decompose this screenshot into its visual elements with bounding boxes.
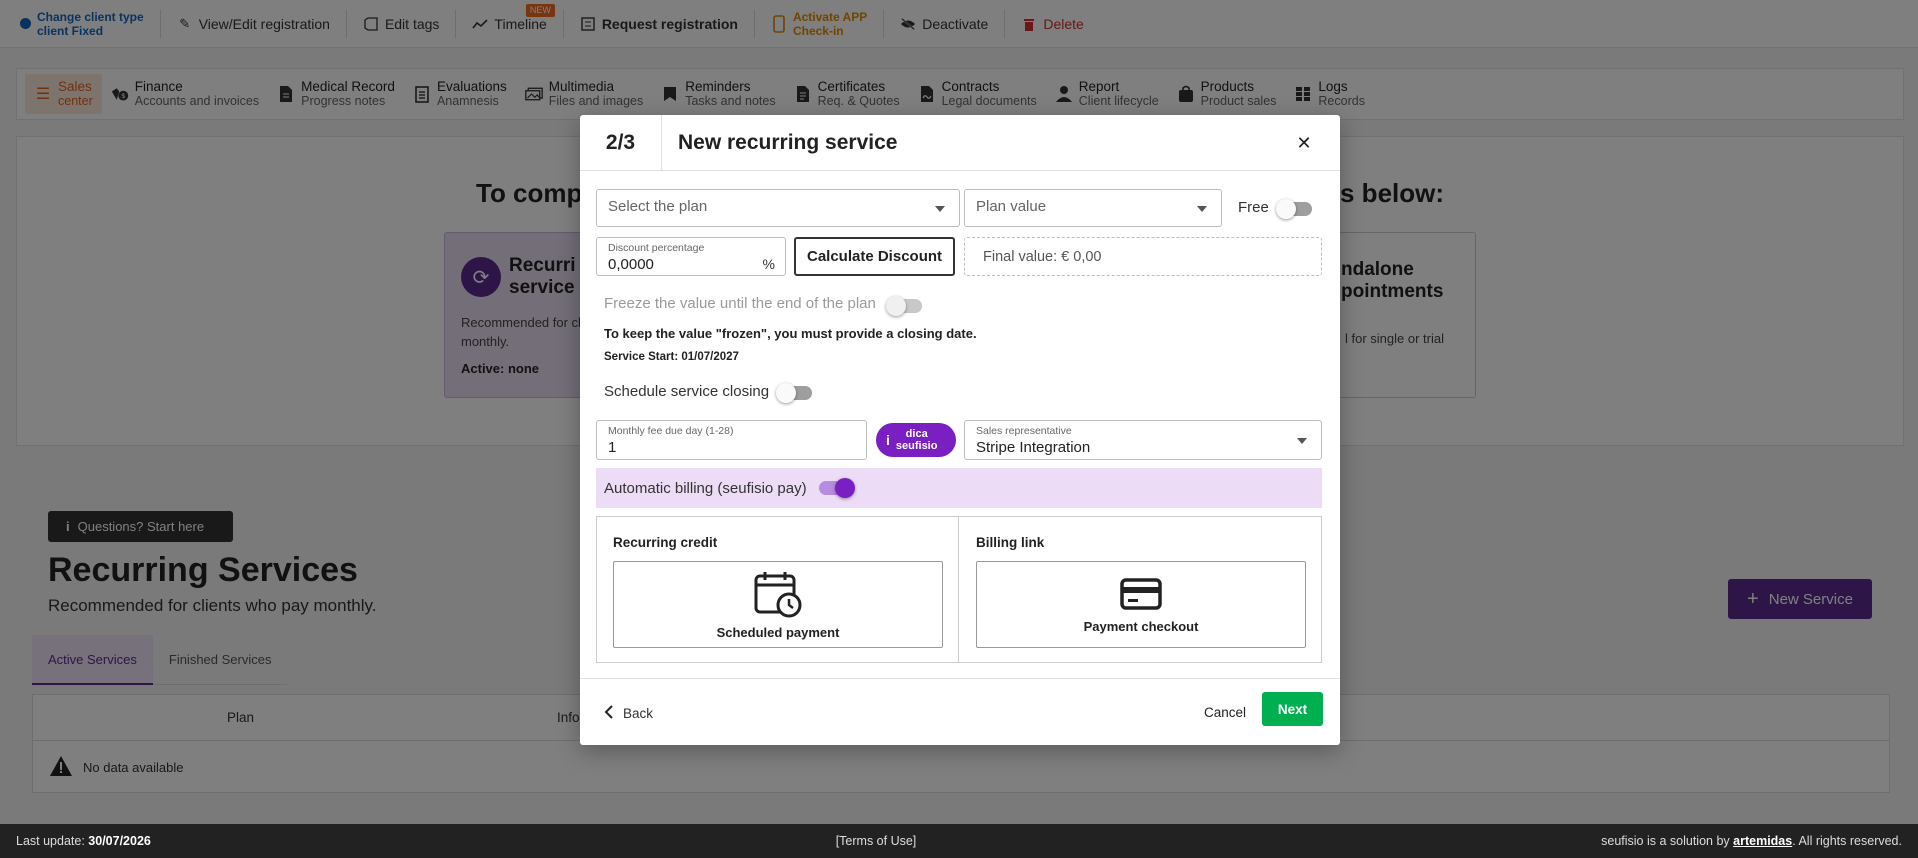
next-button[interactable]: Next [1262,692,1323,726]
auto-billing-toggle[interactable] [818,478,855,498]
dica-seufisio-badge[interactable]: i dica seufisio [876,423,956,457]
modal-footer: Back Cancel Next [580,678,1340,745]
new-recurring-service-modal: 2/3 New recurring service ✕ Select the p… [580,114,1340,745]
toggle-knob [776,383,796,403]
chevron-left-icon [604,705,613,722]
scheduled-payment-label: Scheduled payment [716,624,840,640]
info-icon: i [886,432,890,448]
back-label: Back [623,706,654,721]
schedule-closing-toggle[interactable] [776,383,812,403]
payment-checkout-option[interactable]: Payment checkout [976,561,1306,648]
freeze-value-toggle[interactable] [886,296,922,316]
caret-down-icon [1197,206,1207,212]
schedule-closing-label: Schedule service closing [604,383,770,400]
terms-of-use-link[interactable]: [Terms of Use] [836,834,917,848]
discount-value: 0,0000 [608,256,654,273]
billing-link-column: Billing link Payment checkout [960,517,1322,662]
credit-card-icon [1119,576,1163,615]
monthly-due-day-field[interactable]: Monthly fee due day (1-28) 1 [596,420,867,460]
credit-prefix: seufisio is a solution by [1601,834,1730,848]
credit-suffix: . All rights reserved. [1792,834,1902,848]
due-day-value: 1 [608,439,617,456]
last-update-value: 30/07/2026 [88,834,151,848]
recurring-credit-column: Recurring credit Scheduled payment [597,517,959,662]
due-day-label: Monthly fee due day (1-28) [608,425,734,437]
final-value-display: Final value: € 0,00 [964,237,1322,276]
discount-label: Discount percentage [608,242,705,254]
last-update-label: Last update: [16,834,85,848]
toggle-knob [834,478,855,498]
freeze-value-label: Freeze the value until the end of the pl… [604,295,876,312]
step-indicator: 2/3 [580,114,662,171]
percent-suffix: % [762,256,775,272]
payment-method-box: Recurring credit Scheduled payment Billi… [596,516,1322,663]
credit-text: seufisio is a solution by artemidas. All… [1601,834,1902,848]
back-button[interactable]: Back [604,705,653,722]
free-label: Free [1238,199,1269,216]
automatic-billing-row: Automatic billing (seufisio pay) [596,468,1322,508]
modal-title: New recurring service [678,130,898,154]
freeze-warning-text: To keep the value "frozen", you must pro… [604,326,977,341]
sales-rep-value: Stripe Integration [976,439,1091,456]
artemidas-link[interactable]: artemidas [1733,834,1792,848]
dica-line1: dica [905,428,928,440]
page-footer: Last update: 30/07/2026 [Terms of Use] s… [0,824,1918,858]
plan-value-placeholder: Plan value [976,198,1047,215]
calendar-clock-icon [753,570,803,621]
payment-checkout-label: Payment checkout [1083,618,1199,634]
last-update: Last update: 30/07/2026 [16,834,151,848]
plan-value-select[interactable]: Plan value [964,189,1222,227]
auto-billing-label: Automatic billing (seufisio pay) [604,479,807,497]
close-icon[interactable]: ✕ [1292,131,1316,155]
discount-percentage-field[interactable]: Discount percentage 0,0000 % [596,237,786,276]
service-start-text: Service Start: 01/07/2027 [604,351,739,363]
sales-rep-label: Sales representative [976,425,1072,437]
caret-down-icon [1297,438,1307,444]
free-toggle[interactable] [1276,199,1312,219]
toggle-knob [1276,199,1296,219]
calculate-discount-button[interactable]: Calculate Discount [794,237,955,276]
toggle-knob [886,296,906,316]
cancel-button[interactable]: Cancel [1204,705,1246,720]
billing-link-header: Billing link [976,535,1045,550]
caret-down-icon [935,206,945,212]
sales-representative-select[interactable]: Sales representative Stripe Integration [964,420,1322,460]
scheduled-payment-option[interactable]: Scheduled payment [613,561,943,648]
plan-placeholder: Select the plan [608,198,708,215]
dica-line2: seufisio [895,440,938,452]
recurring-credit-header: Recurring credit [613,535,718,550]
plan-select[interactable]: Select the plan [596,189,960,227]
modal-header: 2/3 New recurring service ✕ [580,114,1340,171]
